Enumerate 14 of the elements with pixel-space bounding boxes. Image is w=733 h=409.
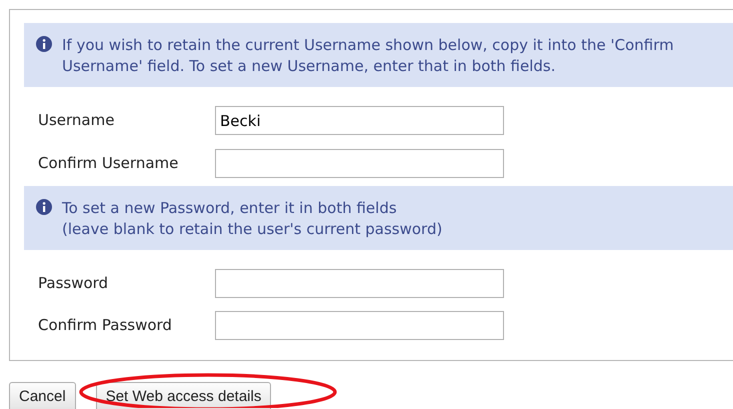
input-field[interactable]: [215, 311, 504, 340]
info-icon: [36, 36, 52, 52]
field-label: Confirm Username: [37, 153, 180, 174]
info-icon: [36, 199, 52, 215]
info-message: If you wish to retain the current Username shown below, copy it into the 'Confirm Username' field. To set a new Username, enter that in both fields.: [62, 35, 675, 77]
field-label: Username: [37, 110, 116, 132]
input-field[interactable]: [215, 269, 504, 298]
input-field[interactable]: [215, 149, 504, 178]
field-label: Confirm Password: [37, 315, 173, 336]
field-label: Password: [37, 273, 110, 294]
cancel-button[interactable]: Cancel: [9, 382, 76, 409]
input-field[interactable]: Becki: [215, 106, 504, 135]
submit-button[interactable]: Set Web access details: [96, 382, 272, 409]
info-message: To set a new Password, enter it in both fields (leave blank to retain the user's current password): [62, 198, 444, 240]
